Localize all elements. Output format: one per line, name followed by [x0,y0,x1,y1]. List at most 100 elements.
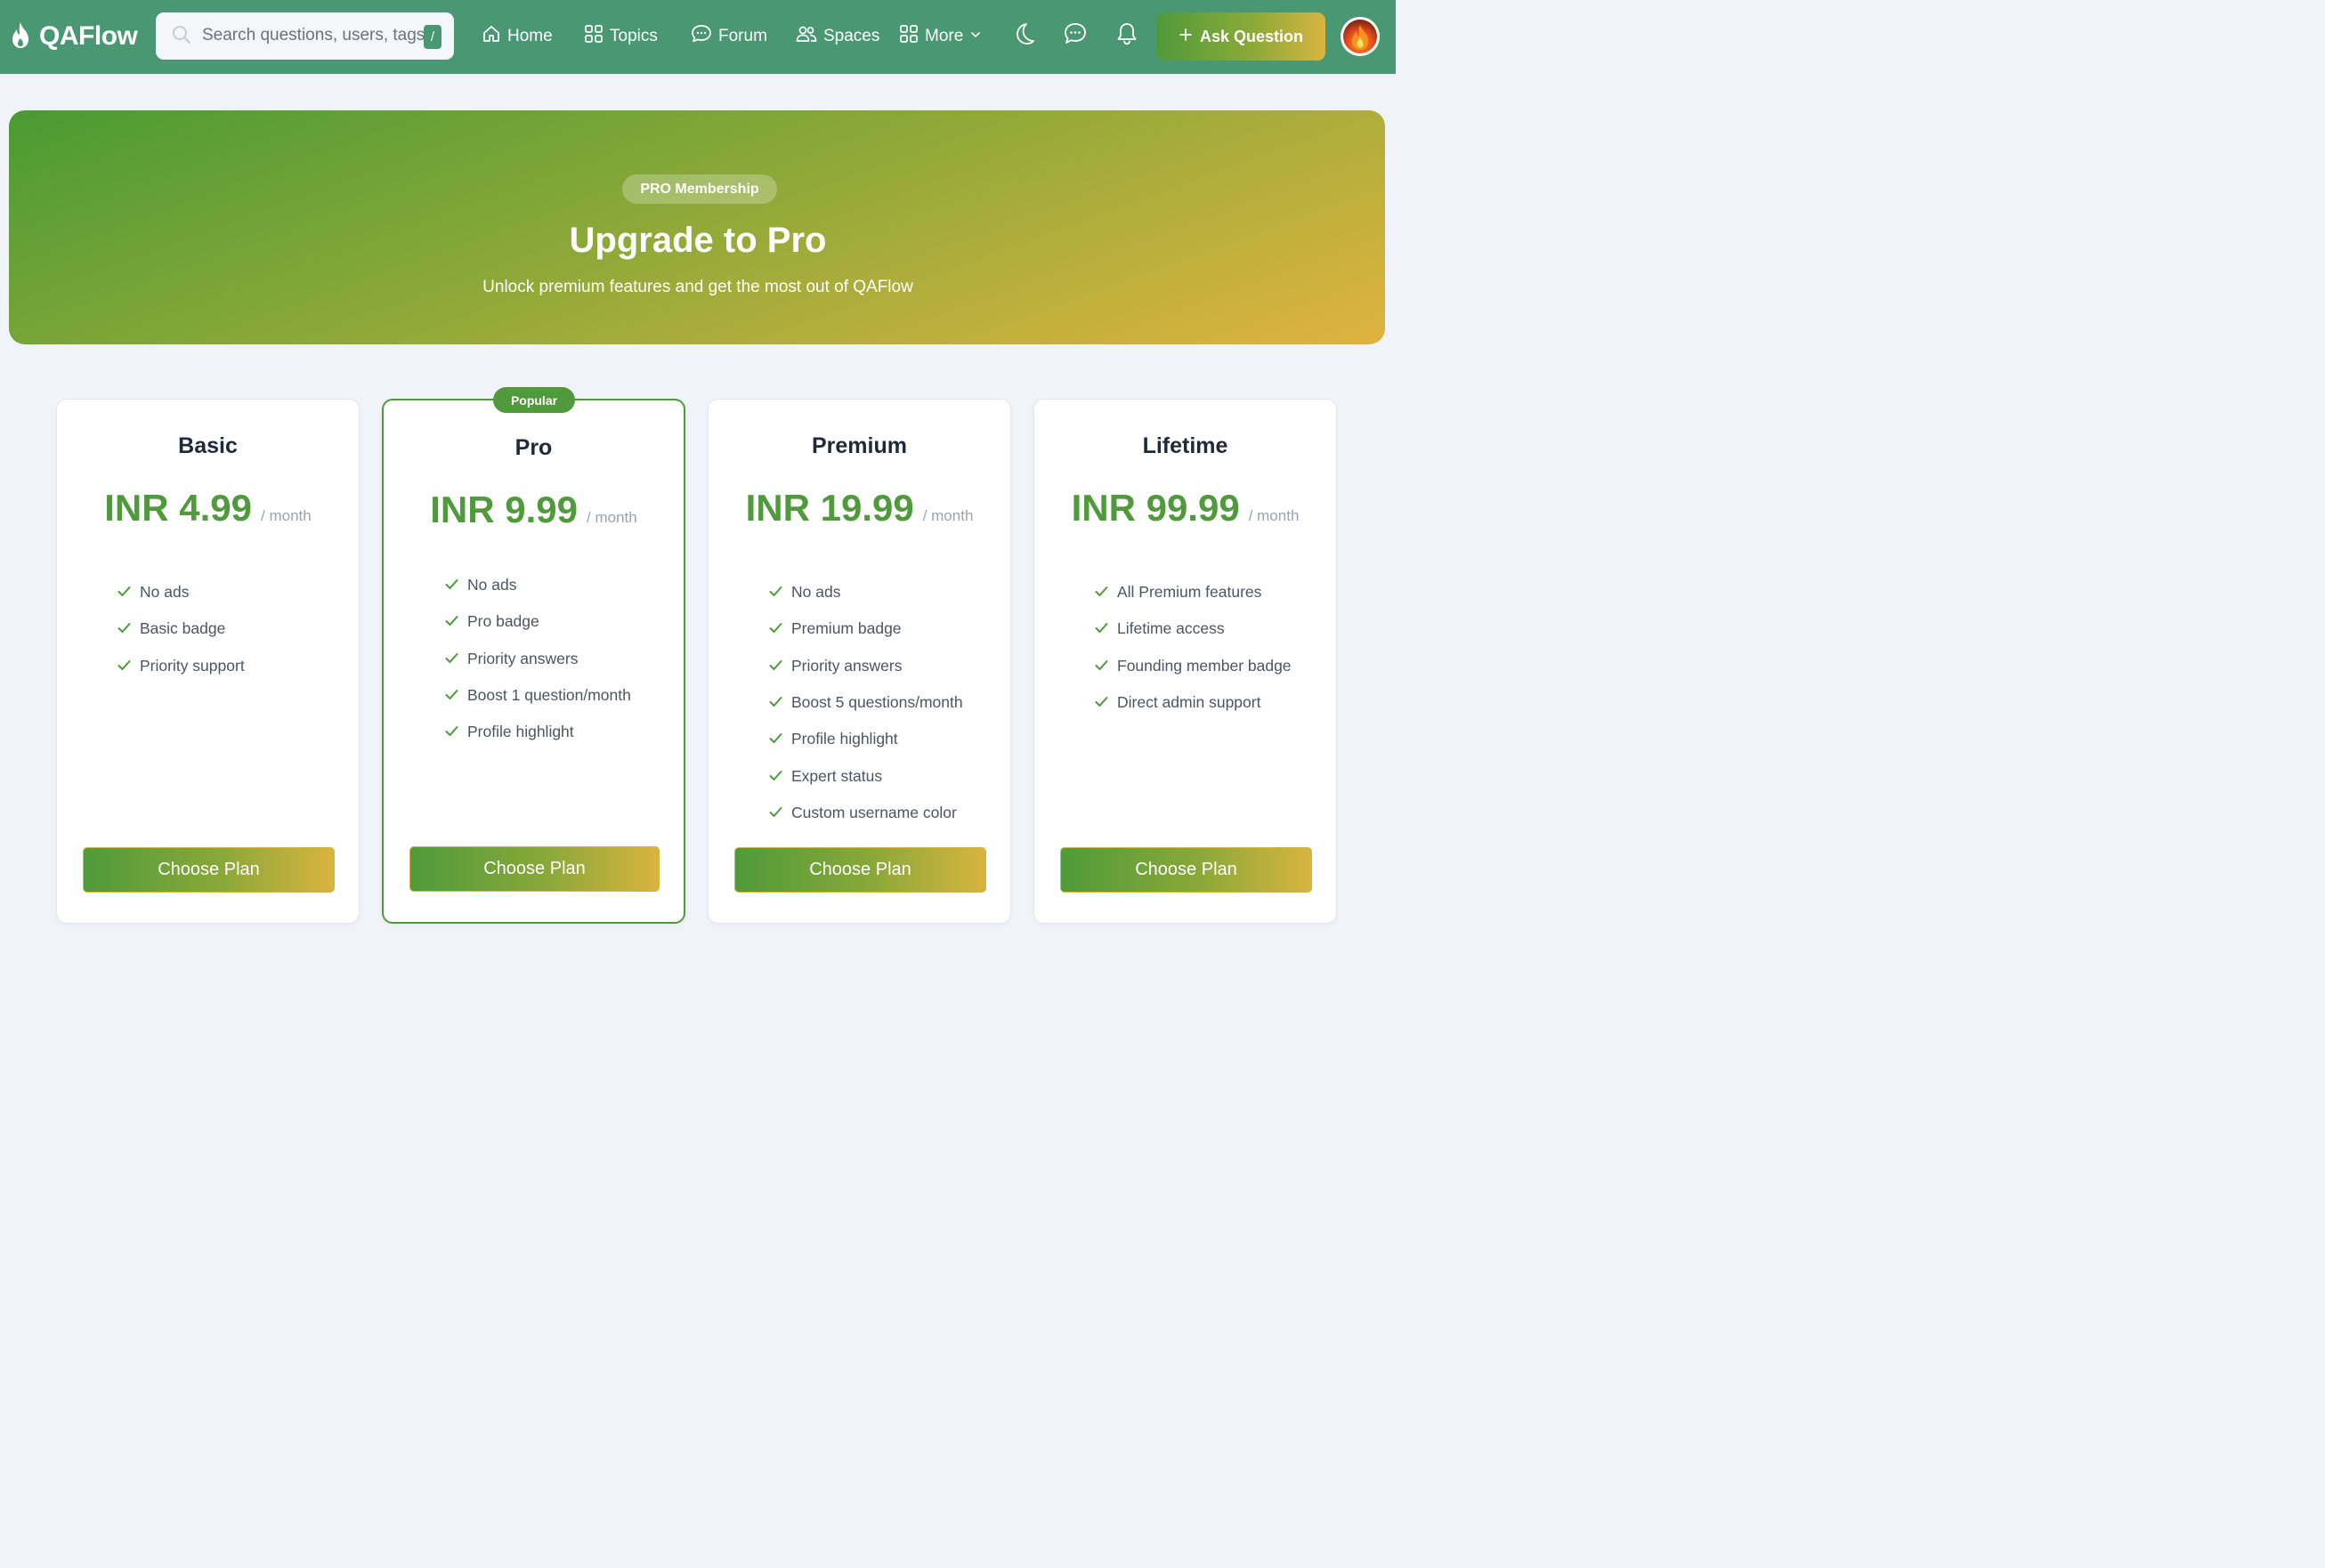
feature-text: Profile highlight [467,723,574,741]
feature-list: All Premium features Lifetime access Fou… [1095,574,1292,721]
nav-more-dropdown[interactable]: More [899,23,982,50]
chat-bubble-icon [1063,21,1088,51]
feature-item: Expert status [769,757,963,794]
notifications-button[interactable] [1113,21,1141,50]
plan-price-row: INR 4.99 / month [57,487,359,529]
nav-home[interactable]: Home [482,23,553,50]
check-icon [445,650,458,668]
feature-item: No ads [117,574,245,610]
feature-text: No ads [140,583,190,602]
feature-list: No ads Premium badge Priority answers Bo… [769,574,963,831]
brand-name: QAFlow [39,21,138,51]
choose-plan-button[interactable]: Choose Plan [409,846,660,892]
check-icon [769,693,782,712]
feature-text: Direct admin support [1117,693,1261,712]
plan-name: Basic [178,433,238,458]
check-icon [769,767,782,786]
check-icon [1095,619,1108,638]
plan-period: / month [587,509,637,526]
search-input[interactable]: Search questions, users, tags... [202,26,425,45]
check-icon [445,723,458,741]
nav-home-label: Home [507,27,553,45]
feature-item: Custom username color [769,795,963,831]
feature-list: No ads Basic badge Priority support [117,574,245,684]
plan-card-premium: Premium INR 19.99 / month No ads Premium… [708,399,1011,924]
brand-logo[interactable]: QAFlow [9,20,138,53]
choose-plan-button[interactable]: Choose Plan [1060,847,1312,893]
feature-item: Lifetime access [1095,610,1292,647]
search-box[interactable]: Search questions, users, tags... / [156,12,454,60]
plan-period: / month [261,507,312,524]
nav-spaces[interactable]: Spaces [796,23,879,50]
messages-button[interactable] [1061,21,1090,50]
choose-plan-button[interactable]: Choose Plan [83,847,335,893]
users-icon [796,24,817,49]
nav-forum[interactable]: Forum [691,23,767,50]
user-avatar[interactable] [1341,17,1380,56]
feature-text: Custom username color [791,803,957,821]
feature-item: Profile highlight [445,714,631,750]
check-icon [769,804,782,822]
feature-list: No ads Pro badge Priority answers Boost … [445,567,631,750]
plan-price-row: INR 9.99 / month [384,489,684,531]
feature-text: All Premium features [1117,583,1262,602]
choose-plan-button[interactable]: Choose Plan [734,847,986,893]
plan-name: Premium [812,433,907,458]
plan-price-row: INR 99.99 / month [1034,487,1336,529]
plan-period: / month [1248,507,1300,524]
avatar-image [1343,20,1377,53]
plan-name: Pro [514,435,553,460]
plan-card-basic: Basic INR 4.99 / month No ads Basic badg… [56,399,360,924]
nav-spaces-label: Spaces [823,27,880,45]
search-icon [172,25,191,49]
feature-item: Priority support [117,648,245,684]
feature-item: Boost 1 question/month [445,677,631,714]
feature-item: Pro badge [445,603,631,640]
plan-period: / month [922,507,974,524]
feature-item: Priority answers [769,648,963,684]
plan-price-row: INR 19.99 / month [709,487,1010,529]
pro-membership-badge: PRO Membership [622,174,777,204]
feature-text: Priority support [140,656,245,675]
home-icon [482,24,501,49]
feature-text: Priority answers [467,649,579,667]
page-title: Upgrade to Pro [569,221,827,260]
feature-text: Lifetime access [1117,619,1225,638]
feature-item: Direct admin support [1095,684,1292,721]
plan-card-lifetime: Lifetime INR 99.99 / month All Premium f… [1033,399,1337,924]
check-icon [1095,583,1108,602]
flame-icon [9,20,32,53]
feature-text: No ads [791,583,841,602]
theme-toggle-button[interactable] [1009,21,1038,50]
feature-item: No ads [445,567,631,603]
feature-item: Founding member badge [1095,648,1292,684]
feature-text: Pro badge [467,612,539,631]
page-subtitle: Unlock premium features and get the most… [482,278,913,296]
feature-text: No ads [467,576,517,594]
plan-price: INR 99.99 [1071,487,1240,529]
ask-question-button[interactable]: Ask Question [1156,12,1325,61]
moon-icon [1011,21,1036,51]
plan-price: INR 4.99 [104,487,253,529]
feature-text: Priority answers [791,656,903,675]
grid-icon [584,24,604,49]
plan-price: INR 9.99 [430,489,579,530]
feature-text: Expert status [791,766,883,785]
feature-text: Profile highlight [791,730,898,748]
chat-bubble-icon [691,24,712,49]
check-icon [769,657,782,675]
check-icon [117,583,131,602]
feature-item: Premium badge [769,610,963,647]
feature-item: All Premium features [1095,574,1292,610]
feature-item: Basic badge [117,610,245,647]
nav-topics[interactable]: Topics [584,23,658,50]
check-icon [117,619,131,638]
check-icon [769,730,782,748]
grid-icon [899,24,919,49]
chevron-down-icon [969,27,982,46]
plan-name: Lifetime [1142,433,1228,458]
feature-item: No ads [769,574,963,610]
feature-text: Boost 5 questions/month [791,693,963,712]
check-icon [445,686,458,705]
popular-badge: Popular [493,387,575,413]
